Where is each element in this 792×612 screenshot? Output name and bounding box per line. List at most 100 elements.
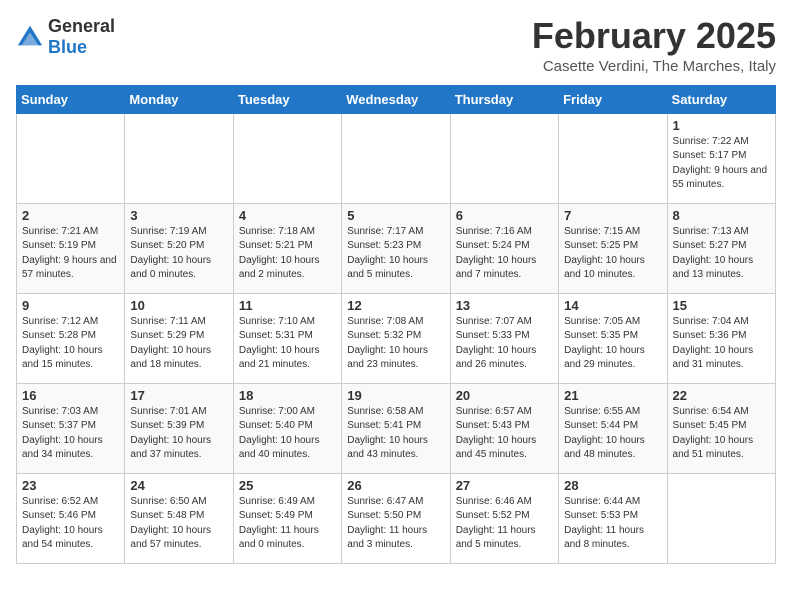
day-number: 23 [22,478,119,493]
day-info: Sunrise: 6:55 AM Sunset: 5:44 PM Dayligh… [564,405,661,463]
logo: General Blue [16,16,115,58]
day-cell: 23 Sunrise: 6:52 AM Sunset: 5:46 PM Dayli… [17,473,125,563]
day-cell: 5 Sunrise: 7:17 AM Sunset: 5:23 PM Daylig… [342,203,450,293]
day-number: 28 [564,478,661,493]
weekday-header-saturday: Saturday [667,85,775,113]
day-number: 12 [347,298,444,313]
day-info: Sunrise: 6:44 AM Sunset: 5:53 PM Dayligh… [564,495,661,553]
calendar-table: SundayMondayTuesdayWednesdayThursdayFrid… [16,85,776,564]
day-cell: 12Sunrise: 7:08 AM Sunset: 5:32 PM Dayli… [342,293,450,383]
day-cell: 17 Sunrise: 7:01 AM Sunset: 5:39 PM Dayli… [125,383,233,473]
day-info: Sunrise: 7:00 AM Sunset: 5:40 PM Dayligh… [239,405,336,463]
day-number: 17 [130,388,227,403]
day-info: Sunrise: 6:54 AM Sunset: 5:45 PM Dayligh… [673,405,770,463]
day-cell: 13 Sunrise: 7:07 AM Sunset: 5:33 PM Dayli… [450,293,558,383]
day-info: Sunrise: 6:58 AM Sunset: 5:41 PM Dayligh… [347,405,444,463]
day-info: Sunrise: 7:01 AM Sunset: 5:39 PM Dayligh… [130,405,227,463]
day-cell [667,473,775,563]
day-number: 3 [130,208,227,223]
weekday-header-row: SundayMondayTuesdayWednesdayThursdayFrid… [17,85,776,113]
weekday-header-sunday: Sunday [17,85,125,113]
day-number: 11 [239,298,336,313]
day-cell: 15 Sunrise: 7:04 AM Sunset: 5:36 PM Dayli… [667,293,775,383]
day-number: 22 [673,388,770,403]
day-number: 18 [239,388,336,403]
location-subtitle: Casette Verdini, The Marches, Italy [532,58,776,75]
day-info: Sunrise: 7:12 AM Sunset: 5:28 PM Dayligh… [22,315,119,373]
day-cell: 2 Sunrise: 7:21 AM Sunset: 5:19 PM Daylig… [17,203,125,293]
day-number: 4 [239,208,336,223]
day-cell: 11Sunrise: 7:10 AM Sunset: 5:31 PM Dayli… [233,293,341,383]
day-info: Sunrise: 7:03 AM Sunset: 5:37 PM Dayligh… [22,405,119,463]
day-info: Sunrise: 7:11 AM Sunset: 5:29 PM Dayligh… [130,315,227,373]
logo-general: General [48,16,115,36]
day-cell: 3Sunrise: 7:19 AM Sunset: 5:20 PM Daylig… [125,203,233,293]
day-number: 15 [673,298,770,313]
week-row-4: 16Sunrise: 7:03 AM Sunset: 5:37 PM Dayli… [17,383,776,473]
day-number: 2 [22,208,119,223]
day-info: Sunrise: 6:50 AM Sunset: 5:48 PM Dayligh… [130,495,227,553]
day-info: Sunrise: 7:07 AM Sunset: 5:33 PM Dayligh… [456,315,553,373]
weekday-header-friday: Friday [559,85,667,113]
logo-blue: Blue [48,37,87,57]
day-cell: 19Sunrise: 6:58 AM Sunset: 5:41 PM Dayli… [342,383,450,473]
day-number: 25 [239,478,336,493]
day-info: Sunrise: 7:04 AM Sunset: 5:36 PM Dayligh… [673,315,770,373]
week-row-2: 2 Sunrise: 7:21 AM Sunset: 5:19 PM Daylig… [17,203,776,293]
day-info: Sunrise: 6:47 AM Sunset: 5:50 PM Dayligh… [347,495,444,553]
day-cell: 8 Sunrise: 7:13 AM Sunset: 5:27 PM Daylig… [667,203,775,293]
day-info: Sunrise: 6:57 AM Sunset: 5:43 PM Dayligh… [456,405,553,463]
day-info: Sunrise: 6:46 AM Sunset: 5:52 PM Dayligh… [456,495,553,553]
day-number: 6 [456,208,553,223]
day-number: 10 [130,298,227,313]
day-cell [559,113,667,203]
day-info: Sunrise: 7:05 AM Sunset: 5:35 PM Dayligh… [564,315,661,373]
day-cell: 22 Sunrise: 6:54 AM Sunset: 5:45 PM Dayli… [667,383,775,473]
day-info: Sunrise: 7:21 AM Sunset: 5:19 PM Dayligh… [22,225,119,283]
day-cell: 25 Sunrise: 6:49 AM Sunset: 5:49 PM Dayli… [233,473,341,563]
day-cell: 20 Sunrise: 6:57 AM Sunset: 5:43 PM Dayli… [450,383,558,473]
week-row-3: 9 Sunrise: 7:12 AM Sunset: 5:28 PM Daylig… [17,293,776,383]
day-cell: 1 Sunrise: 7:22 AM Sunset: 5:17 PM Daylig… [667,113,775,203]
day-cell [342,113,450,203]
weekday-header-thursday: Thursday [450,85,558,113]
week-row-1: 1 Sunrise: 7:22 AM Sunset: 5:17 PM Daylig… [17,113,776,203]
day-cell: 26 Sunrise: 6:47 AM Sunset: 5:50 PM Dayli… [342,473,450,563]
day-cell [125,113,233,203]
day-cell: 28 Sunrise: 6:44 AM Sunset: 5:53 PM Dayli… [559,473,667,563]
day-cell [17,113,125,203]
day-number: 8 [673,208,770,223]
day-number: 27 [456,478,553,493]
day-number: 13 [456,298,553,313]
day-number: 20 [456,388,553,403]
day-info: Sunrise: 6:52 AM Sunset: 5:46 PM Dayligh… [22,495,119,553]
day-cell: 16Sunrise: 7:03 AM Sunset: 5:37 PM Dayli… [17,383,125,473]
day-number: 7 [564,208,661,223]
day-cell: 4 Sunrise: 7:18 AM Sunset: 5:21 PM Daylig… [233,203,341,293]
logo-text: General Blue [48,16,115,58]
day-cell: 21 Sunrise: 6:55 AM Sunset: 5:44 PM Dayli… [559,383,667,473]
day-info: Sunrise: 7:22 AM Sunset: 5:17 PM Dayligh… [673,135,770,193]
day-cell: 14 Sunrise: 7:05 AM Sunset: 5:35 PM Dayli… [559,293,667,383]
weekday-header-monday: Monday [125,85,233,113]
day-info: Sunrise: 6:49 AM Sunset: 5:49 PM Dayligh… [239,495,336,553]
day-number: 1 [673,118,770,133]
logo-icon [16,23,44,51]
day-number: 9 [22,298,119,313]
day-cell [450,113,558,203]
day-number: 5 [347,208,444,223]
day-cell: 9 Sunrise: 7:12 AM Sunset: 5:28 PM Daylig… [17,293,125,383]
day-number: 14 [564,298,661,313]
day-info: Sunrise: 7:17 AM Sunset: 5:23 PM Dayligh… [347,225,444,283]
day-info: Sunrise: 7:15 AM Sunset: 5:25 PM Dayligh… [564,225,661,283]
title-block: February 2025 Casette Verdini, The March… [532,16,776,75]
day-number: 21 [564,388,661,403]
day-number: 24 [130,478,227,493]
week-row-5: 23 Sunrise: 6:52 AM Sunset: 5:46 PM Dayli… [17,473,776,563]
day-info: Sunrise: 7:13 AM Sunset: 5:27 PM Dayligh… [673,225,770,283]
day-cell: 10 Sunrise: 7:11 AM Sunset: 5:29 PM Dayli… [125,293,233,383]
day-cell: 7 Sunrise: 7:15 AM Sunset: 5:25 PM Daylig… [559,203,667,293]
day-number: 26 [347,478,444,493]
day-info: Sunrise: 7:18 AM Sunset: 5:21 PM Dayligh… [239,225,336,283]
header: General Blue February 2025 Casette Verdi… [16,16,776,75]
